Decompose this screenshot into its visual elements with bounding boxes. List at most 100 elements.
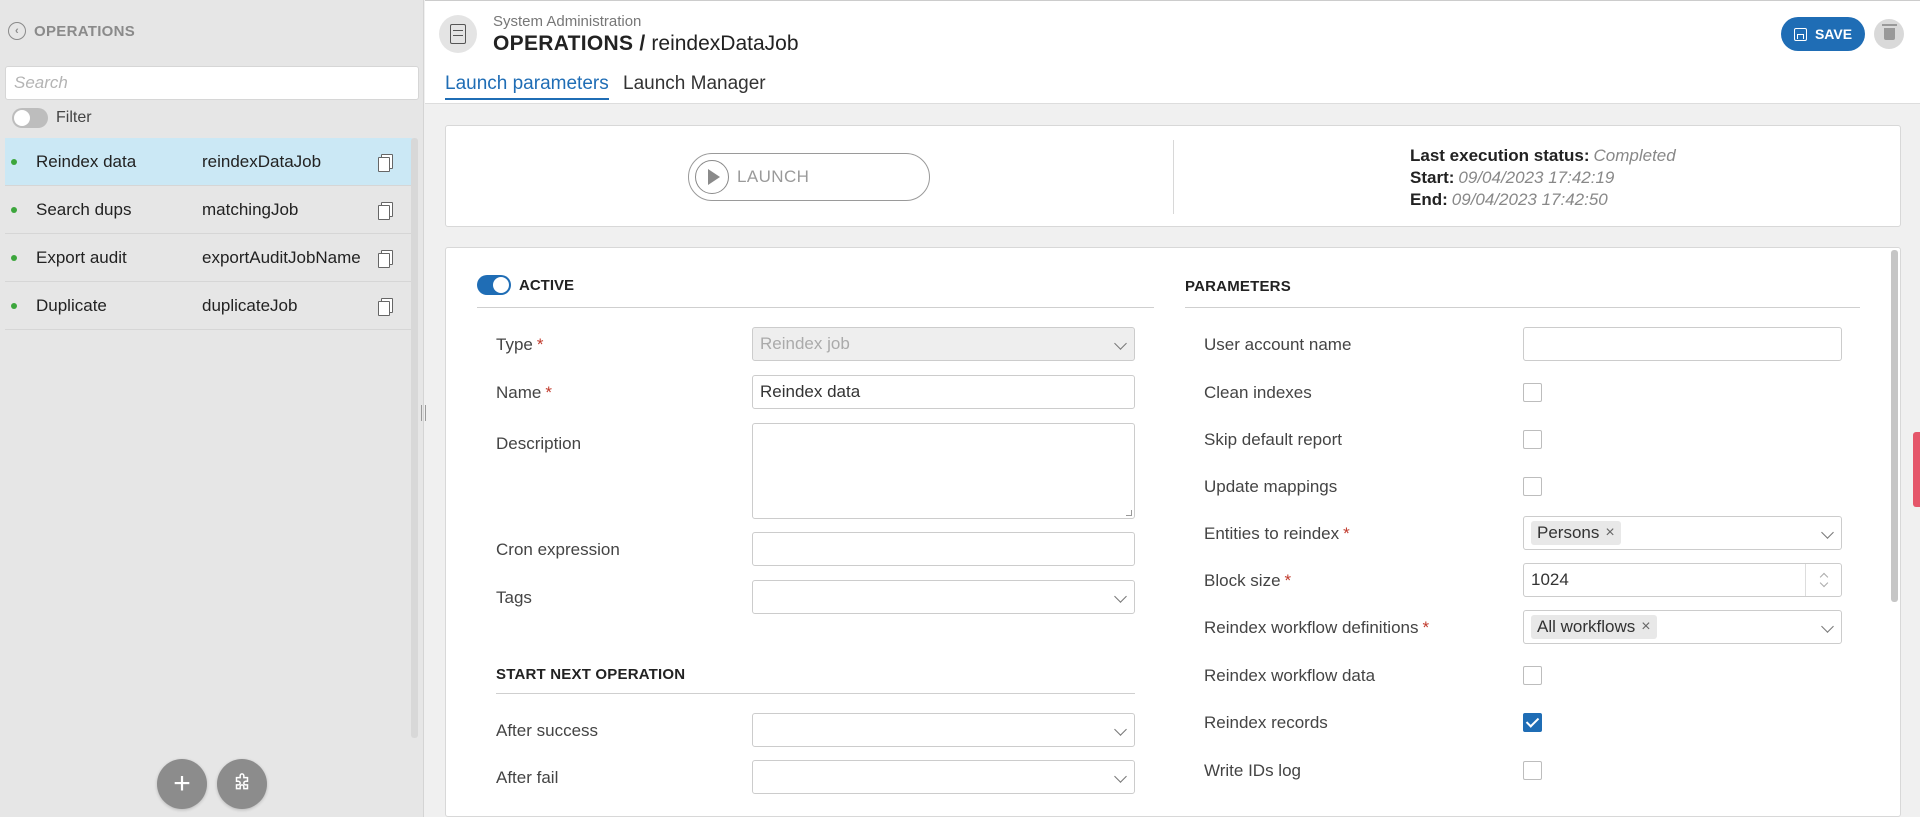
user-account-label: User account name [1204,335,1352,354]
tab-launch-manager[interactable]: Launch Manager [623,73,766,98]
workflow-defs-select[interactable]: All workflows × [1523,610,1842,644]
divider [1173,140,1174,214]
search-input[interactable] [5,66,419,100]
breadcrumb[interactable]: System Administration [493,13,641,30]
entities-label: Entities to reindex * [1204,524,1350,543]
type-value: Reindex job [760,334,850,353]
tags-select[interactable] [752,580,1135,614]
divider [496,693,1135,694]
update-mappings-label: Update mappings [1204,477,1338,496]
operation-name: Search dups [36,199,132,219]
after-fail-select[interactable] [752,760,1135,794]
side-panel-handle[interactable] [1913,432,1920,507]
write-ids-checkbox[interactable] [1523,761,1542,780]
filter-label: Filter [56,109,92,126]
tags-label: Tags [496,588,532,607]
entities-select[interactable]: Persons × [1523,516,1842,550]
clean-indexes-label: Clean indexes [1204,383,1312,402]
cron-label: Cron expression [496,540,620,559]
description-field[interactable] [752,423,1135,519]
selected-tag: All workflows × [1531,615,1657,639]
block-size-value: 1024 [1531,570,1569,589]
operation-code: duplicateJob [202,295,298,315]
type-select[interactable]: Reindex job [752,327,1135,361]
filter-toggle[interactable] [12,108,48,128]
plus-icon: + [173,767,191,800]
close-icon[interactable]: × [1641,618,1650,636]
sidebar-header[interactable]: ‹ OPERATIONS [8,22,135,40]
status-dot-icon [11,158,17,165]
chevron-down-icon [1821,526,1834,539]
launch-label: LAUNCH [737,167,810,186]
chevron-down-icon [1114,770,1127,783]
form-scrollbar[interactable] [1891,250,1898,602]
operation-name: Duplicate [36,295,107,315]
clean-indexes-checkbox[interactable] [1523,383,1542,402]
back-arrow-icon[interactable]: ‹ [8,22,26,40]
active-toggle-row[interactable]: ACTIVE [477,275,574,295]
main-panel: System Administration OPERATIONS / reind… [425,0,1920,817]
tab-launch-parameters[interactable]: Launch parameters [445,73,609,100]
workflow-data-label: Reindex workflow data [1204,666,1376,685]
play-icon [695,160,729,194]
list-item[interactable]: Export audit exportAuditJobName [5,234,412,282]
status-dot-icon [11,302,17,309]
list-item[interactable]: Search dups matchingJob [5,186,412,234]
after-success-select[interactable] [752,713,1135,747]
server-icon [439,15,477,53]
chevron-down-icon [1819,578,1829,588]
page-title: OPERATIONS / reindexDataJob [493,32,799,56]
status-dot-icon [11,206,17,213]
active-toggle[interactable] [477,275,511,295]
save-label: SAVE [1814,26,1853,42]
resize-handle-icon[interactable] [1126,510,1132,516]
start-next-section-title: START NEXT OPERATION [496,666,686,683]
copy-icon[interactable] [378,249,393,268]
operations-list: Reindex data reindexDataJob Search dups … [5,138,412,330]
update-mappings-checkbox[interactable] [1523,477,1542,496]
operation-code: exportAuditJobName [202,247,361,267]
block-size-label: Block size * [1204,571,1292,590]
list-item[interactable]: Duplicate duplicateJob [5,282,412,330]
launch-card: LAUNCH Last execution status: Completed S… [445,125,1901,227]
start-value: 09/04/2023 17:42:19 [1458,168,1615,187]
records-checkbox[interactable] [1523,713,1542,732]
import-operation-button[interactable] [217,759,267,809]
name-field[interactable]: Reindex data [752,375,1135,409]
name-label: Name * [496,383,552,402]
close-icon[interactable]: × [1605,524,1614,542]
delete-button[interactable] [1874,19,1904,49]
parameters-section-title: PARAMETERS [1185,278,1291,295]
list-item[interactable]: Reindex data reindexDataJob [5,138,412,186]
chevron-down-icon [1114,723,1127,736]
copy-icon[interactable] [378,201,393,220]
add-operation-button[interactable]: + [157,759,207,809]
cron-field[interactable] [752,532,1135,566]
active-label: ACTIVE [519,276,575,294]
form-card: ACTIVE Type * Reindex job Name * Reindex d… [445,247,1901,817]
copy-icon[interactable] [378,297,393,316]
user-account-field[interactable] [1523,327,1842,361]
block-size-stepper[interactable]: 1024 [1523,563,1842,597]
sidebar-title: OPERATIONS [34,22,136,40]
end-label: End: [1410,190,1448,209]
title-name: reindexDataJob [651,32,799,55]
sidebar-scrollbar[interactable] [411,138,418,738]
records-label: Reindex records [1204,713,1328,732]
after-fail-label: After fail [496,768,559,787]
stepper-arrows[interactable] [1805,564,1841,596]
divider [477,307,1154,308]
skip-report-checkbox[interactable] [1523,430,1542,449]
launch-button[interactable]: LAUNCH [688,153,930,201]
save-button[interactable]: SAVE [1781,17,1865,51]
start-label: Start: [1410,168,1455,187]
filter-toggle-row[interactable]: Filter [12,108,92,128]
workflow-data-checkbox[interactable] [1523,666,1542,685]
sidebar: ‹ OPERATIONS Filter Reindex data reindex… [0,0,424,817]
workflow-defs-label: Reindex workflow definitions * [1204,618,1430,637]
copy-icon[interactable] [378,153,393,172]
name-value: Reindex data [760,382,861,401]
page-header: System Administration OPERATIONS / reind… [425,0,1920,104]
title-section: OPERATIONS / [493,32,646,55]
status-value: Completed [1593,146,1676,165]
